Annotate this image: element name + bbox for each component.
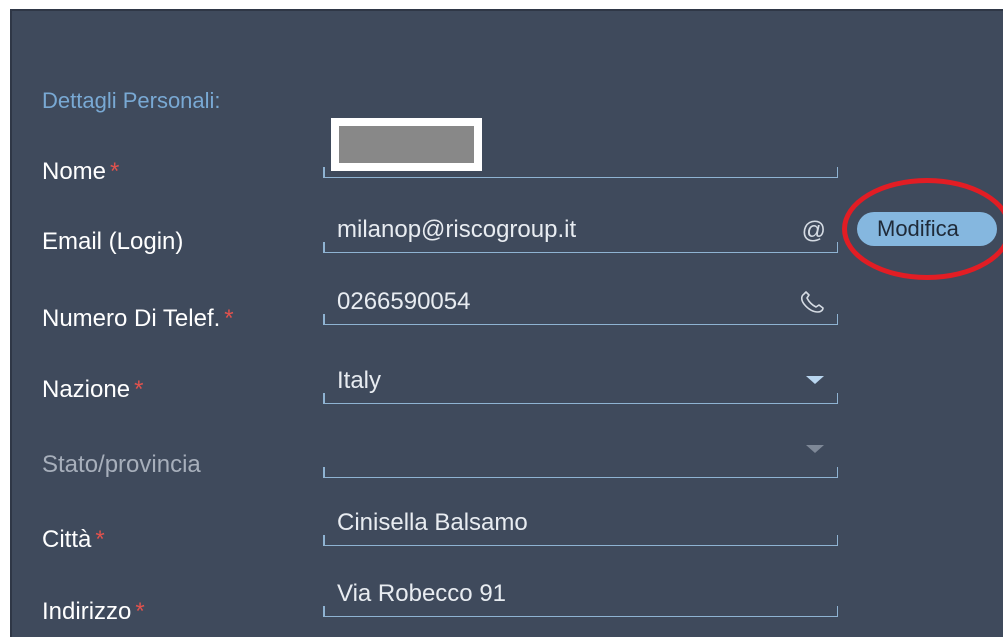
citta-label: Città * bbox=[42, 526, 105, 554]
email-value: milanop@riscogroup.it bbox=[337, 216, 577, 243]
telefono-value: 0266590054 bbox=[337, 288, 471, 315]
nazione-label: Nazione * bbox=[42, 376, 143, 404]
chevron-down-icon bbox=[806, 445, 824, 453]
email-label: Email (Login) bbox=[42, 228, 183, 256]
chevron-down-icon bbox=[806, 376, 824, 384]
citta-label-text: Città bbox=[42, 526, 92, 553]
stato-label-text: Stato/provincia bbox=[42, 451, 201, 478]
required-marker: * bbox=[110, 158, 120, 185]
nazione-select[interactable]: Italy bbox=[323, 367, 838, 404]
nazione-label-text: Nazione bbox=[42, 376, 131, 403]
telefono-field[interactable]: 0266590054 bbox=[323, 288, 838, 325]
phone-icon-svg bbox=[800, 291, 824, 313]
indirizzo-label: Indirizzo * bbox=[42, 598, 145, 626]
nome-label: Nome * bbox=[42, 158, 119, 186]
email-label-text: Email (Login) bbox=[42, 228, 184, 255]
citta-field[interactable]: Cinisella Balsamo bbox=[323, 509, 838, 546]
at-icon: @ bbox=[801, 217, 826, 244]
phone-icon bbox=[798, 291, 826, 320]
telefono-label: Numero Di Telef. * bbox=[42, 305, 234, 333]
email-field[interactable]: milanop@riscogroup.it @ bbox=[323, 216, 838, 253]
required-marker: * bbox=[224, 305, 234, 332]
indirizzo-value: Via Robecco 91 bbox=[337, 580, 507, 607]
required-marker: * bbox=[95, 526, 105, 553]
indirizzo-label-text: Indirizzo bbox=[42, 598, 132, 625]
stato-select[interactable] bbox=[323, 445, 838, 478]
telefono-label-text: Numero Di Telef. bbox=[42, 305, 221, 332]
citta-value: Cinisella Balsamo bbox=[337, 509, 528, 536]
stato-label: Stato/provincia bbox=[42, 451, 201, 479]
redacted-box bbox=[331, 118, 482, 171]
required-marker: * bbox=[135, 598, 145, 625]
required-marker: * bbox=[134, 376, 144, 403]
modifica-button[interactable]: Modifica bbox=[857, 212, 997, 246]
nome-label-text: Nome bbox=[42, 158, 107, 185]
indirizzo-field[interactable]: Via Robecco 91 bbox=[323, 580, 838, 617]
section-title: Dettagli Personali: bbox=[42, 88, 221, 113]
nazione-value: Italy bbox=[337, 367, 382, 394]
redacted-fill bbox=[339, 126, 474, 163]
